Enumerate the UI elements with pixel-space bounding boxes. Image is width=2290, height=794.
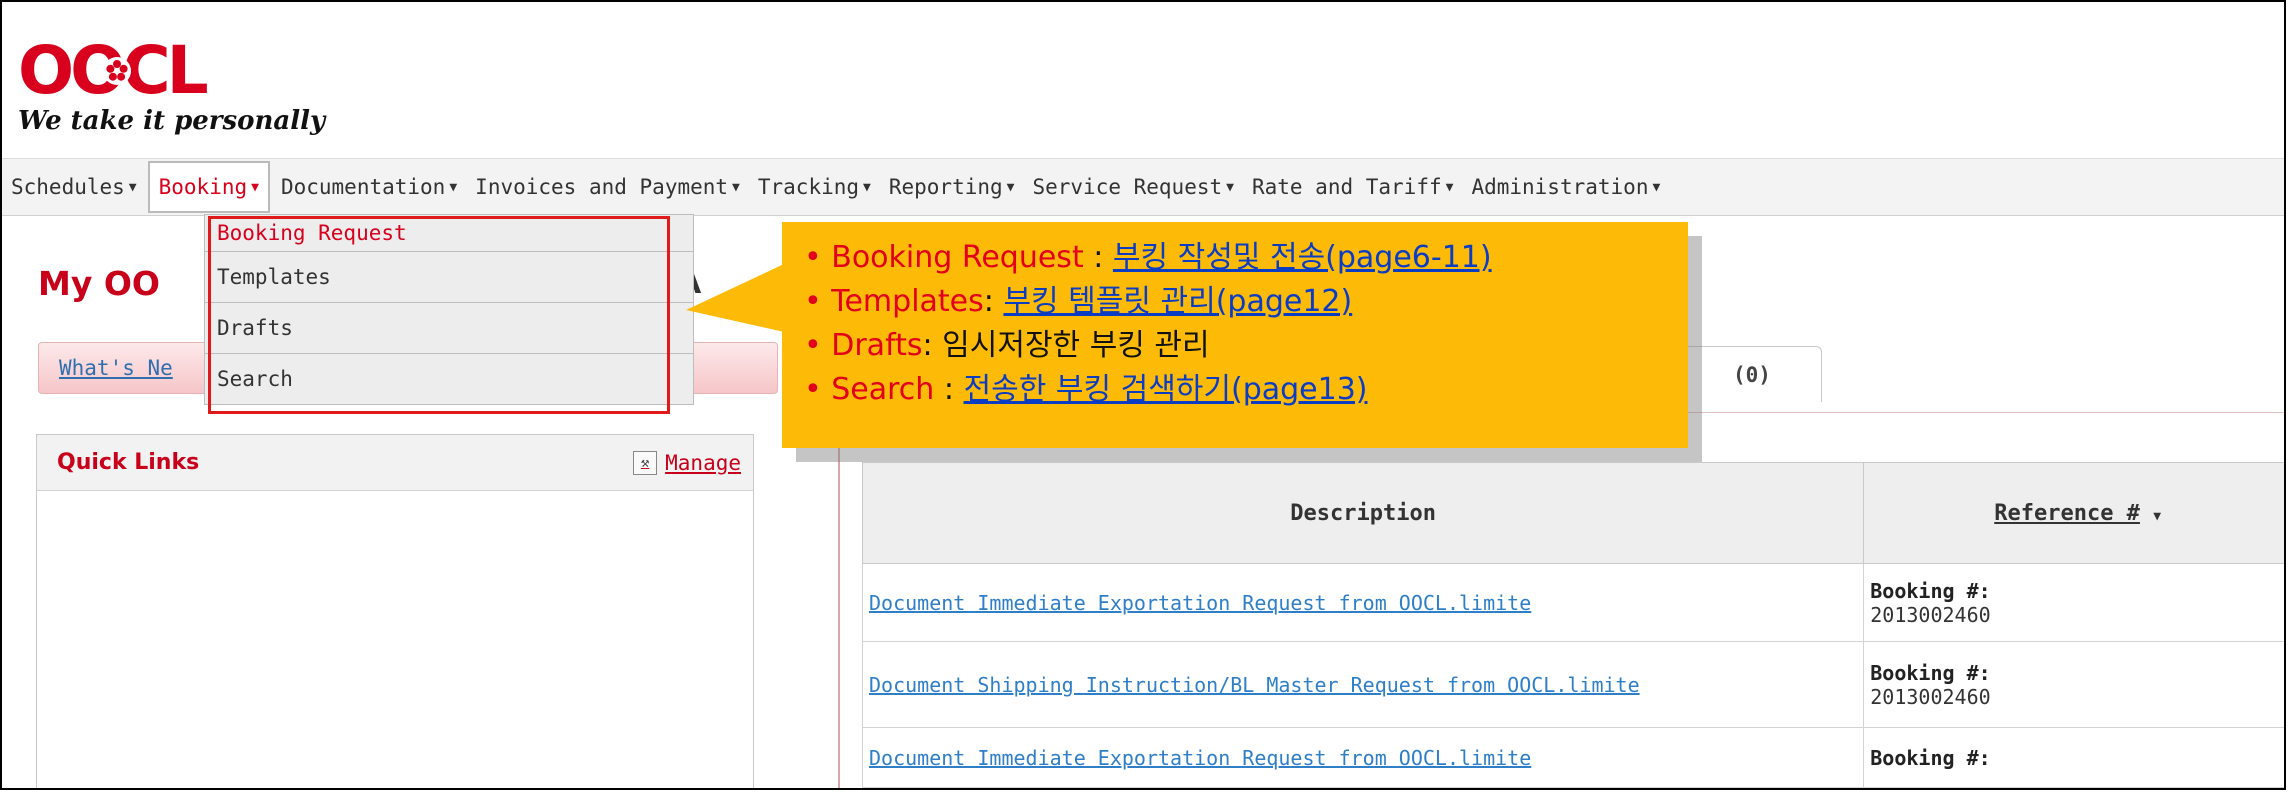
bauhinia-flower-icon <box>103 57 131 85</box>
callout-separator: : <box>934 372 964 407</box>
nav-item-reporting[interactable]: Reporting ▼ <box>880 159 1024 215</box>
oocl-logo[interactable]: OOCL We take it personally <box>18 38 326 137</box>
main-navigation: Schedules ▼ Booking ▼ Documentation ▼ Invoi… <box>2 158 2284 216</box>
callout-separator: : <box>1083 240 1113 275</box>
nav-item-tracking[interactable]: Tracking ▼ <box>749 159 880 215</box>
column-header-reference[interactable]: Reference # ▼ <box>1863 462 2284 564</box>
callout-bullet: • <box>804 284 822 319</box>
nav-label: Service Request <box>1032 175 1223 199</box>
callout-key: Drafts <box>831 328 923 363</box>
chevron-down-icon: ▼ <box>1006 179 1015 195</box>
browser-frame: OOCL We take it personally Schedules▼ Bo… <box>0 0 2286 790</box>
reference-cell: Booking #: 2013002460 <box>1863 563 2284 642</box>
reference-label: Booking #: <box>1870 660 1991 685</box>
reference-label: Booking #: <box>1870 745 1991 770</box>
chevron-down-icon: ▼ <box>863 179 871 195</box>
chevron-down-icon: ▼ <box>251 179 259 195</box>
callout-line-booking-request: • Booking Request : 부킹 작성및 전송(page6-11) <box>804 236 1688 280</box>
highlight-box <box>208 216 670 414</box>
nav-item-schedules[interactable]: Schedules ▼ <box>2 159 146 215</box>
manage-label: Manage <box>665 450 741 475</box>
tagline: We take it personally <box>18 106 326 136</box>
callout-line-templates: • Templates: 부킹 템플릿 관리(page12) <box>804 280 1688 324</box>
callout-text: 임시저장한 부킹 관리 <box>942 328 1210 363</box>
callout-key: Templates <box>831 284 984 319</box>
nav-label: Documentation <box>280 175 446 199</box>
nav-label: Reporting <box>888 175 1003 199</box>
documents-table: Description Reference # ▼ Document Immed… <box>861 462 2284 788</box>
reference-cell: Booking #: 2013002460 <box>1863 641 2284 728</box>
chevron-down-icon: ▼ <box>1652 179 1661 195</box>
document-link[interactable]: Document Immediate Exportation Request f… <box>869 591 1531 615</box>
nav-item-documentation[interactable]: Documentation ▼ <box>272 159 466 215</box>
callout-pointer <box>686 264 784 332</box>
nav-item-rate-and-tariff[interactable]: Rate and Tariff ▼ <box>1243 159 1462 215</box>
quick-links-header: Quick Links ⚒ Manage <box>37 435 753 491</box>
table-row: Document Shipping Instruction/BL Master … <box>861 641 2284 728</box>
document-link[interactable]: Document Immediate Exportation Request f… <box>869 746 1531 770</box>
callout-key: Booking Request <box>831 240 1084 275</box>
callout-link[interactable]: 전송한 부킹 검색하기(page13) <box>964 372 1368 407</box>
nav-item-booking[interactable]: Booking ▼ <box>147 161 270 213</box>
quick-links-panel: Quick Links ⚒ Manage <box>36 434 754 788</box>
reference-cell: Booking #: <box>1863 727 2284 788</box>
chevron-down-icon: ▼ <box>128 179 137 195</box>
quick-links-title: Quick Links <box>57 450 200 475</box>
nav-label: Invoices and Payment <box>475 175 729 199</box>
manage-icon: ⚒ <box>633 450 658 475</box>
description-cell: Document Immediate Exportation Request f… <box>861 727 1865 788</box>
nav-item-administration[interactable]: Administration ▼ <box>1462 159 1669 215</box>
callout-bullet: • <box>804 372 822 407</box>
callout-key: Search <box>831 372 935 407</box>
chevron-down-icon: ▼ <box>732 179 740 195</box>
callout-link[interactable]: 부킹 작성및 전송(page6-11) <box>1113 240 1492 275</box>
nav-label: Booking <box>158 175 248 199</box>
nav-label: Tracking <box>757 175 860 199</box>
reference-header-label: Reference # <box>1994 500 2140 526</box>
nav-label: Schedules <box>11 175 125 199</box>
callout-separator: : <box>983 284 1004 319</box>
description-cell: Document Immediate Exportation Request f… <box>861 563 1865 642</box>
sort-caret-icon: ▼ <box>2153 508 2162 524</box>
chevron-down-icon: ▼ <box>1226 179 1234 195</box>
nav-label: Administration <box>1471 175 1649 199</box>
chevron-down-icon: ▼ <box>1445 179 1454 195</box>
callout-bullet: • <box>804 240 822 275</box>
logo-wordmark: OOCL <box>18 38 325 104</box>
callout-line-search: • Search : 전송한 부킹 검색하기(page13) <box>804 368 1688 412</box>
description-cell: Document Shipping Instruction/BL Master … <box>861 641 1865 728</box>
chevron-down-icon: ▼ <box>449 179 458 195</box>
callout-separator: : <box>922 328 943 363</box>
reference-label: Booking #: <box>1870 578 1991 603</box>
column-header-description: Description <box>861 462 1865 564</box>
nav-item-invoices-and-payment[interactable]: Invoices and Payment ▼ <box>466 159 749 215</box>
document-link[interactable]: Document Shipping Instruction/BL Master … <box>869 673 1640 697</box>
page-title: My OO <box>38 264 160 303</box>
nav-item-service-request[interactable]: Service Request ▼ <box>1023 159 1242 215</box>
annotation-callout: • Booking Request : 부킹 작성및 전송(page6-11) … <box>782 222 1688 448</box>
reference-value: 2013002460 <box>1870 602 1991 627</box>
table-row: Document Immediate Exportation Request f… <box>861 563 2284 642</box>
callout-bullet: • <box>804 328 822 363</box>
reference-value: 2013002460 <box>1870 684 1991 709</box>
manage-link[interactable]: ⚒ Manage <box>633 450 741 475</box>
table-row: Document Immediate Exportation Request f… <box>861 727 2284 788</box>
callout-line-drafts: • Drafts: 임시저장한 부킹 관리 <box>804 324 1688 368</box>
nav-label: Rate and Tariff <box>1251 175 1442 199</box>
callout-link[interactable]: 부킹 템플릿 관리(page12) <box>1003 284 1352 319</box>
